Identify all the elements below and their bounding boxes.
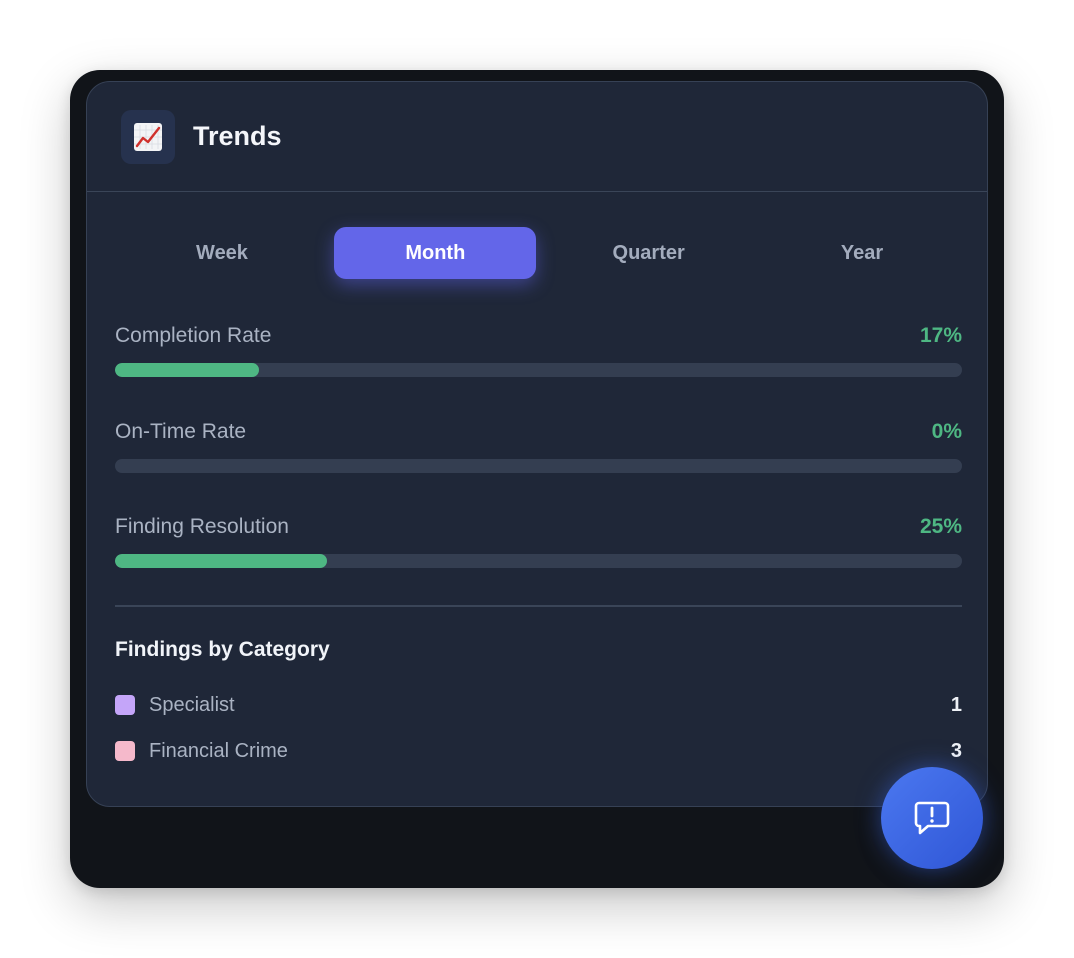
category-label: Specialist (149, 694, 235, 716)
tab-week[interactable]: Week (121, 227, 323, 279)
tab-month[interactable]: Month (334, 227, 537, 279)
metric-label: Finding Resolution (115, 515, 289, 538)
metric-finding-resolution: Finding Resolution 25% (115, 514, 962, 584)
metric-completion-rate: Completion Rate 17% (115, 323, 962, 393)
metric-label: Completion Rate (115, 324, 272, 347)
chart-increasing-icon (121, 110, 175, 164)
category-row-specialist: Specialist 1 (115, 692, 962, 718)
category-count: 1 (950, 694, 962, 716)
progress-track (115, 363, 962, 377)
metric-value: 25% (919, 515, 962, 538)
trends-card: Trends Week Month Quarter Year Completio… (86, 81, 988, 807)
tab-quarter[interactable]: Quarter (548, 227, 750, 279)
metric-value: 17% (919, 324, 962, 347)
metric-on-time-rate: On-Time Rate 0% (115, 419, 962, 489)
metric-label: On-Time Rate (115, 420, 247, 443)
metric-value: 0% (931, 420, 962, 443)
category-label: Financial Crime (149, 740, 288, 762)
card-title: Trends (193, 121, 282, 151)
progress-track (115, 459, 962, 473)
tab-year[interactable]: Year (761, 227, 963, 279)
section-divider (115, 605, 962, 607)
progress-fill (115, 363, 259, 377)
feedback-icon (914, 801, 950, 835)
progress-fill (115, 554, 327, 568)
category-swatch (115, 695, 135, 715)
period-tabs: Week Month Quarter Year (121, 227, 963, 279)
category-swatch (115, 741, 135, 761)
card-header: Trends (87, 82, 987, 192)
progress-track (115, 554, 962, 568)
category-row-financial-crime: Financial Crime 3 (115, 738, 962, 764)
feedback-button[interactable] (881, 767, 983, 869)
findings-title: Findings by Category (115, 638, 330, 661)
category-count: 3 (950, 740, 962, 762)
